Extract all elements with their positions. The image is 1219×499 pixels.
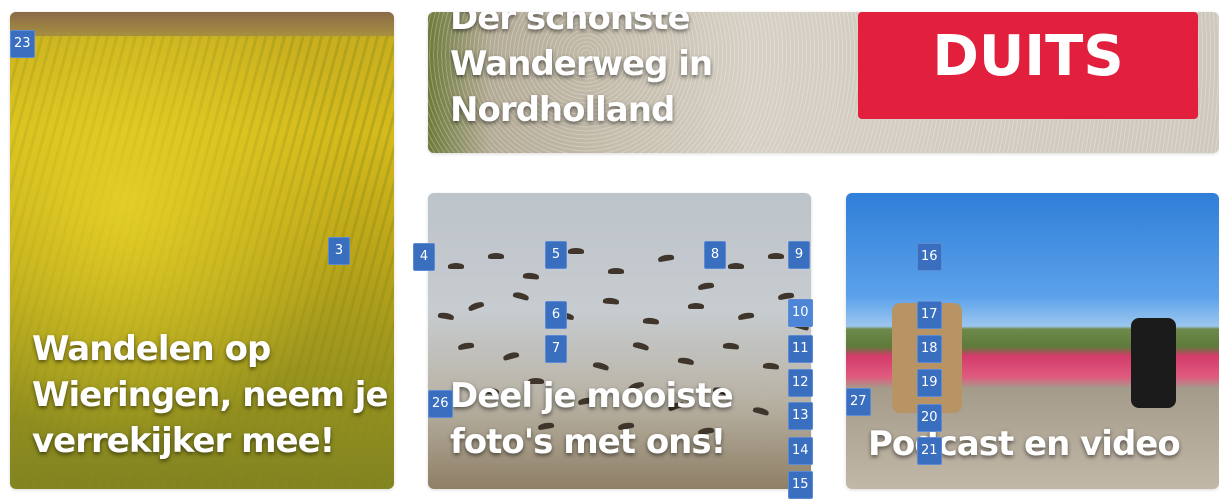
title-line: Wanderweg in — [450, 44, 713, 84]
bird-shape — [437, 311, 455, 321]
bird-shape — [642, 317, 660, 325]
bird-shape — [448, 263, 464, 269]
title-line: Der schönste — [450, 12, 691, 38]
element-index-badge: 11 — [788, 335, 813, 363]
card-title: Wandelen op Wieringen, neem je verrekijk… — [32, 326, 389, 464]
bird-shape — [752, 406, 770, 416]
element-index-badge: 10 — [788, 299, 813, 327]
banner-text: DUITS — [932, 24, 1124, 89]
element-index-badge: 18 — [917, 335, 942, 363]
element-index-badge: 27 — [846, 388, 871, 416]
card-podcast[interactable]: Podcast en video — [846, 193, 1219, 489]
element-index-badge: 14 — [788, 437, 813, 465]
element-index-badge: 6 — [545, 301, 567, 329]
bird-shape — [592, 361, 610, 371]
bird-shape — [677, 356, 695, 366]
title-line: Wandelen op — [32, 329, 271, 369]
element-index-badge: 5 — [545, 241, 567, 269]
bird-shape — [568, 248, 584, 254]
element-index-badge: 8 — [704, 241, 726, 269]
title-line: foto's met ons! — [450, 422, 726, 462]
bird-shape — [728, 263, 744, 269]
bird-shape — [488, 253, 504, 259]
element-index-badge: 7 — [545, 335, 567, 363]
language-banner: DUITS — [858, 12, 1198, 119]
title-line: verrekijker mee! — [32, 421, 335, 461]
bird-shape — [722, 342, 740, 350]
title-line: Nordholland — [450, 90, 675, 130]
bird-shape — [608, 268, 624, 274]
card-title: Der schönste Wanderweg in Nordholland — [450, 12, 713, 133]
bird-shape — [737, 311, 755, 321]
card-wanderweg[interactable]: Der schönste Wanderweg in Nordholland DU… — [428, 12, 1219, 153]
bird-shape — [632, 341, 650, 351]
title-line: Wieringen, neem je — [32, 375, 389, 415]
field-image-strip — [10, 12, 394, 36]
element-index-badge: 23 — [10, 30, 35, 58]
element-index-badge: 13 — [788, 402, 813, 430]
bird-shape — [467, 300, 485, 312]
element-index-badge: 16 — [917, 243, 942, 271]
card-title: Deel je mooiste foto's met ons! — [450, 373, 734, 465]
bird-shape — [768, 253, 784, 259]
title-line: Deel je mooiste — [450, 376, 734, 416]
element-index-badge: 20 — [917, 404, 942, 432]
element-index-badge: 9 — [788, 241, 810, 269]
element-index-badge: 3 — [328, 237, 350, 265]
bird-shape — [762, 362, 780, 370]
bird-shape — [522, 272, 540, 280]
element-index-badge: 19 — [917, 369, 942, 397]
element-index-badge: 4 — [413, 243, 435, 271]
bird-shape — [457, 341, 475, 351]
bird-shape — [688, 303, 704, 309]
bird-shape — [657, 253, 675, 263]
element-index-badge: 17 — [917, 301, 942, 329]
bird-shape — [602, 297, 620, 305]
element-index-badge: 21 — [917, 437, 942, 465]
bird-shape — [697, 281, 715, 291]
title-line: Podcast en video — [868, 424, 1181, 464]
card-foto[interactable]: Deel je mooiste foto's met ons! — [428, 193, 811, 489]
element-index-badge: 26 — [428, 390, 453, 418]
element-index-badge: 12 — [788, 369, 813, 397]
bird-shape — [502, 351, 520, 361]
bird-shape — [512, 291, 530, 301]
card-title: Podcast en video — [868, 421, 1181, 467]
person-presenter — [1131, 318, 1176, 408]
